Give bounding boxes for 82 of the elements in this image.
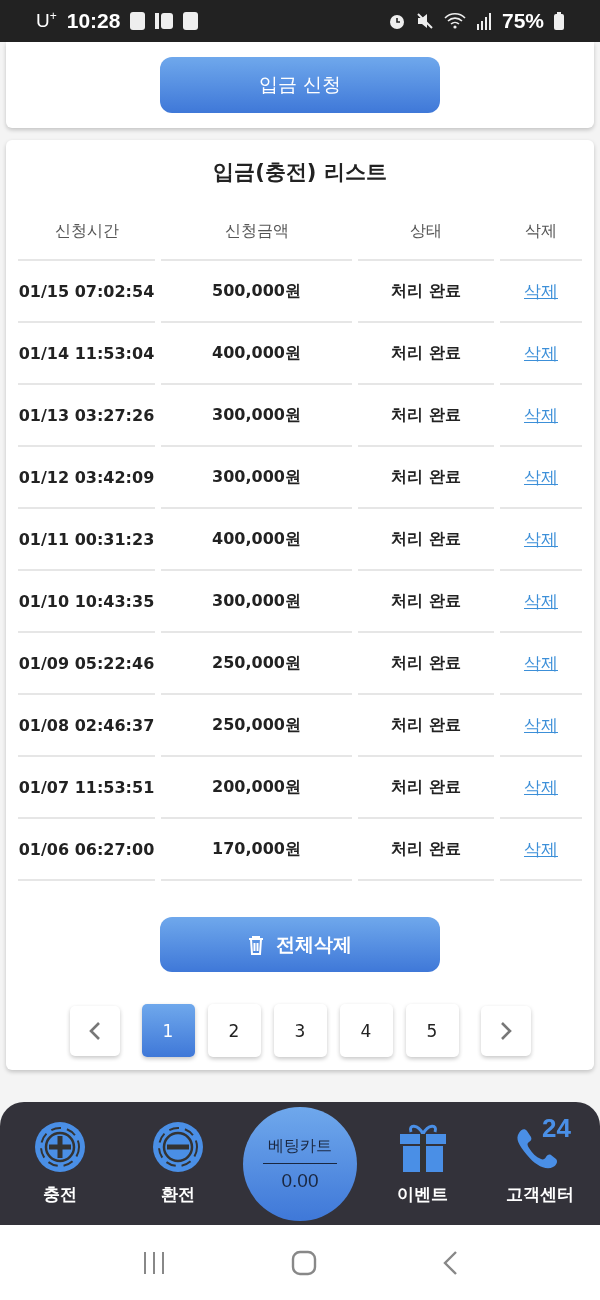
amount-cell: 170,000원 — [161, 819, 352, 881]
amount-cell: 300,000원 — [161, 447, 352, 509]
time-cell: 01/06 06:27:00 — [18, 819, 155, 881]
status-cell: 처리 완료 — [358, 819, 494, 881]
clock-time: 10:28 — [66, 9, 121, 33]
status-cell: 처리 완료 — [358, 757, 494, 819]
app-icon — [155, 13, 174, 29]
amount-cell: 200,000원 — [161, 757, 352, 819]
delete-link[interactable]: 삭제 — [500, 509, 582, 571]
mute-icon — [415, 12, 434, 30]
app-icon — [130, 12, 146, 30]
delete-all-button[interactable]: 전체삭제 — [160, 917, 440, 972]
carrier-label: U$^{+}$ — [36, 9, 57, 33]
deposit-request-button[interactable]: 입금 신청 — [160, 57, 440, 113]
column-header: 삭제 — [500, 204, 582, 261]
time-cell: 01/13 03:27:26 — [18, 385, 155, 447]
betting-cart-button[interactable]: 베팅카트 0.00 — [243, 1106, 357, 1221]
amount-cell: 250,000원 — [161, 695, 352, 757]
amount-cell: 250,000원 — [161, 633, 352, 695]
status-cell: 처리 완료 — [358, 695, 494, 757]
wifi-icon — [443, 12, 466, 30]
minus-chip-icon — [152, 1122, 203, 1172]
status-cell: 처리 완료 — [358, 323, 494, 385]
list-title: 입금(충전) 리스트 — [212, 159, 388, 186]
back-icon[interactable] — [441, 1249, 458, 1276]
amount-cell: 300,000원 — [161, 385, 352, 447]
page-button[interactable]: 2 — [207, 1004, 261, 1057]
delete-link[interactable]: 삭제 — [500, 261, 582, 323]
amount-cell: 400,000원 — [161, 323, 352, 385]
delete-link[interactable]: 삭제 — [500, 757, 582, 819]
alarm-icon — [387, 12, 406, 30]
battery-percent: 75% — [501, 9, 544, 33]
delete-link[interactable]: 삭제 — [500, 323, 582, 385]
time-cell: 01/10 10:43:35 — [18, 571, 155, 633]
time-cell: 01/09 05:22:46 — [18, 633, 155, 695]
trash-icon — [248, 934, 264, 955]
nav-label: 고객센터 — [506, 1183, 574, 1206]
page-button[interactable]: 1 — [141, 1004, 195, 1057]
nav-label: 이벤트 — [397, 1183, 448, 1206]
recent-apps-icon[interactable] — [142, 1250, 167, 1275]
app-icon — [183, 12, 199, 30]
time-cell: 01/12 03:42:09 — [18, 447, 155, 509]
nav-label: 충전 — [43, 1183, 77, 1206]
delete-link[interactable]: 삭제 — [500, 695, 582, 757]
status-cell: 처리 완료 — [358, 633, 494, 695]
status-cell: 처리 완료 — [358, 571, 494, 633]
status-cell: 처리 완료 — [358, 447, 494, 509]
signal-icon — [475, 12, 492, 30]
status-cell: 처리 완료 — [358, 385, 494, 447]
amount-cell: 500,000원 — [161, 261, 352, 323]
nav-item[interactable]: 이벤트 — [370, 1121, 475, 1206]
cart-title: 베팅카트 — [263, 1135, 337, 1164]
nav-item[interactable]: 충전 — [8, 1121, 112, 1206]
status-cell: 처리 완료 — [358, 509, 494, 571]
status-cell: 처리 완료 — [358, 261, 494, 323]
plus-chip-icon — [35, 1122, 85, 1172]
column-header: 신청금액 — [161, 204, 352, 261]
nav-item[interactable]: 환전 — [125, 1121, 230, 1206]
time-cell: 01/15 07:02:54 — [18, 261, 155, 323]
home-icon[interactable] — [291, 1249, 317, 1276]
gift-icon — [399, 1122, 446, 1172]
time-cell: 01/08 02:46:37 — [18, 695, 155, 757]
page-button[interactable]: 3 — [273, 1004, 327, 1057]
page-button[interactable]: 5 — [405, 1004, 459, 1057]
column-header: 신청시간 — [18, 204, 155, 261]
time-cell: 01/11 00:31:23 — [18, 509, 155, 571]
delete-link[interactable]: 삭제 — [500, 447, 582, 509]
delete-link[interactable]: 삭제 — [500, 819, 582, 881]
chevron-right-icon — [499, 1020, 512, 1041]
page-button[interactable]: 4 — [339, 1004, 393, 1057]
time-cell: 01/07 11:53:51 — [18, 757, 155, 819]
time-cell: 01/14 11:53:04 — [18, 323, 155, 385]
battery-icon — [554, 12, 564, 30]
nav-label: 환전 — [160, 1183, 195, 1206]
amount-cell: 300,000원 — [161, 571, 352, 633]
amount-cell: 400,000원 — [161, 509, 352, 571]
chevron-left-icon — [88, 1020, 101, 1041]
delete-link[interactable]: 삭제 — [500, 571, 582, 633]
delete-link[interactable]: 삭제 — [500, 633, 582, 695]
delete-link[interactable]: 삭제 — [500, 385, 582, 447]
cart-amount: 0.00 — [281, 1168, 319, 1192]
column-header: 상태 — [358, 204, 494, 261]
